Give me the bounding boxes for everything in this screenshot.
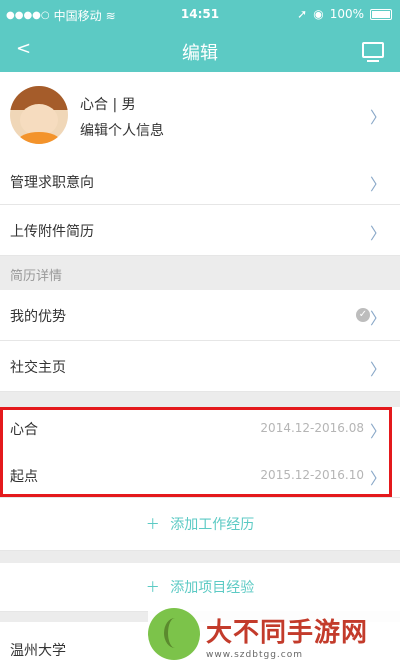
upload-resume-row[interactable]: 上传附件简历 〉	[0, 205, 400, 256]
nav-bar: < 编辑	[0, 28, 400, 72]
profile-name: 心合 | 男	[80, 97, 136, 113]
watermark: 大不同手游网 www.szdbtgg.com	[148, 604, 400, 666]
status-bar: ●●●●○ 中国移动 ≋ 14:51 ➚ ◉ 100%	[0, 0, 400, 28]
check-icon: ✓	[356, 308, 370, 322]
chevron-right-icon: 〉	[369, 224, 386, 243]
divider	[0, 551, 400, 563]
social-row[interactable]: 社交主页 〉	[0, 341, 400, 392]
page-title: 编辑	[182, 43, 218, 64]
chevron-right-icon: 〉	[369, 108, 386, 127]
plus-icon: ＋	[145, 580, 160, 596]
battery-icon	[370, 8, 392, 20]
job-intent-label: 管理求职意向	[10, 175, 94, 191]
chevron-right-icon: 〉	[369, 360, 386, 379]
plus-icon: ＋	[145, 517, 160, 533]
divider	[0, 392, 400, 407]
social-label: 社交主页	[10, 360, 66, 376]
watermark-url: www.szdbtgg.com	[206, 650, 303, 660]
advantages-label: 我的优势	[10, 309, 66, 325]
highlight-frame	[0, 407, 392, 497]
advantages-row[interactable]: 我的优势 ✓ 〉	[0, 290, 400, 341]
battery-percent: 100%	[329, 7, 364, 21]
leaf-logo-icon	[148, 608, 200, 660]
add-project-label: 添加项目经验	[170, 580, 255, 596]
chevron-right-icon: 〉	[369, 175, 386, 194]
resume-details-title: 简历详情	[10, 269, 63, 284]
add-work-button[interactable]: ＋ 添加工作经历	[0, 498, 400, 551]
add-work-label: 添加工作经历	[170, 517, 255, 533]
avatar	[10, 86, 68, 144]
resume-details-header: 简历详情	[0, 256, 400, 291]
watermark-text: 大不同手游网	[206, 618, 369, 648]
profile-row[interactable]: 心合 | 男 编辑个人信息 〉	[0, 72, 400, 159]
chevron-right-icon: 〉	[369, 309, 386, 328]
education-school: 温州大学	[10, 643, 66, 659]
preview-screen-icon[interactable]	[362, 42, 384, 62]
job-intent-row[interactable]: 管理求职意向 〉	[0, 158, 400, 205]
alarm-icon: ◉	[313, 7, 324, 21]
location-icon: ➚	[297, 7, 308, 21]
edit-profile-link: 编辑个人信息	[80, 123, 164, 139]
upload-resume-label: 上传附件简历	[10, 224, 94, 240]
